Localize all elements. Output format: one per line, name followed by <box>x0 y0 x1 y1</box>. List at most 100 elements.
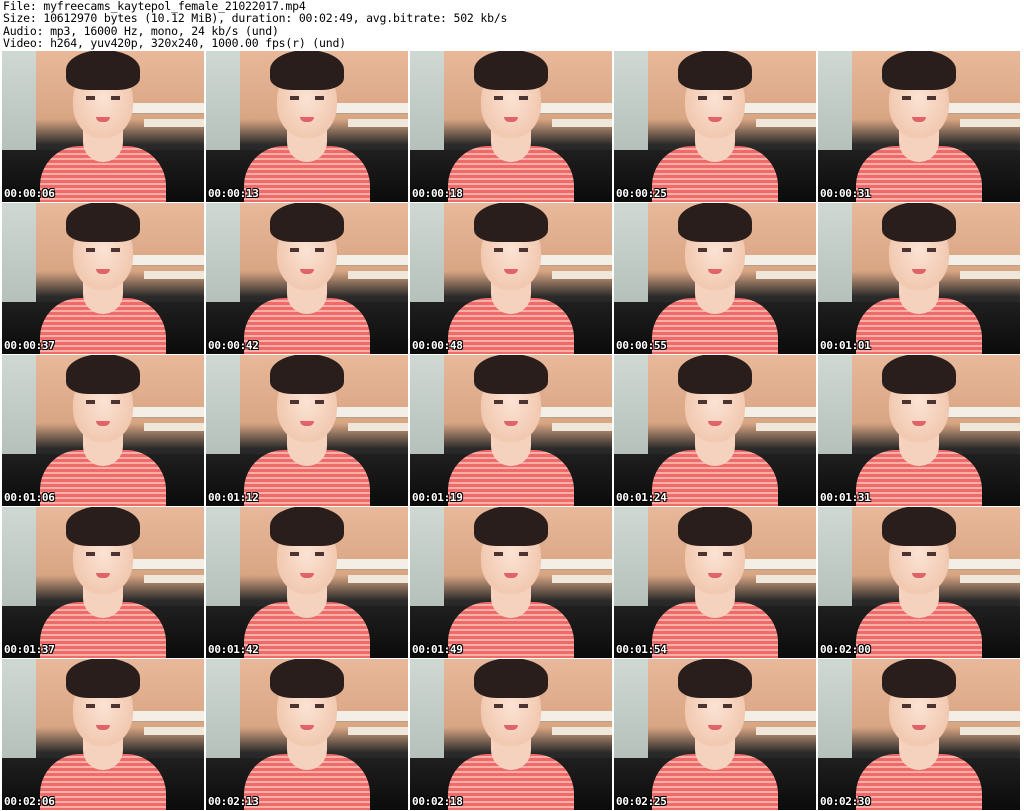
person-figure <box>844 51 994 202</box>
eyes <box>494 400 528 404</box>
video-thumbnail: 00:00:42 <box>206 203 408 354</box>
eyes <box>902 96 936 100</box>
eyes <box>290 248 324 252</box>
person-figure <box>844 507 994 658</box>
video-thumbnail: 00:02:00 <box>818 507 1020 658</box>
video-thumbnail: 00:00:37 <box>2 203 204 354</box>
hair <box>66 507 140 546</box>
person-figure <box>844 203 994 354</box>
person-figure <box>28 507 178 658</box>
hair <box>474 51 548 90</box>
thumbnail-timestamp: 00:01:54 <box>616 643 667 656</box>
person-figure <box>232 355 382 506</box>
thumbnail-timestamp: 00:01:37 <box>4 643 55 656</box>
hair <box>882 203 956 242</box>
hair <box>270 203 344 242</box>
hair <box>474 659 548 698</box>
eyes <box>698 96 732 100</box>
eyes <box>494 704 528 708</box>
person-figure <box>28 203 178 354</box>
video-thumbnail: 00:01:49 <box>410 507 612 658</box>
thumbnail-timestamp: 00:01:42 <box>208 643 259 656</box>
thumbnail-timestamp: 00:00:13 <box>208 187 259 200</box>
eyes <box>902 704 936 708</box>
thumbnail-timestamp: 00:02:18 <box>412 795 463 808</box>
hair <box>678 507 752 546</box>
video-thumbnail: 00:01:01 <box>818 203 1020 354</box>
video-thumbnail: 00:02:06 <box>2 659 204 810</box>
thumbnail-timestamp: 00:00:25 <box>616 187 667 200</box>
eyes <box>86 96 120 100</box>
eyes <box>698 552 732 556</box>
video-thumbnail: 00:02:25 <box>614 659 816 810</box>
hair <box>882 659 956 698</box>
thumbnail-timestamp: 00:01:49 <box>412 643 463 656</box>
person-figure <box>232 203 382 354</box>
person-figure <box>232 659 382 810</box>
eyes <box>290 96 324 100</box>
person-figure <box>640 355 790 506</box>
thumbnail-timestamp: 00:01:31 <box>820 491 871 504</box>
hair <box>678 51 752 90</box>
thumbnail-timestamp: 00:01:06 <box>4 491 55 504</box>
person-figure <box>28 659 178 810</box>
eyes <box>86 248 120 252</box>
eyes <box>698 704 732 708</box>
thumbnail-timestamp: 00:02:25 <box>616 795 667 808</box>
hair <box>66 659 140 698</box>
person-figure <box>844 659 994 810</box>
video-thumbnail: 00:00:13 <box>206 51 408 202</box>
hair <box>678 203 752 242</box>
hair <box>66 203 140 242</box>
thumbnail-timestamp: 00:01:01 <box>820 339 871 352</box>
eyes <box>698 400 732 404</box>
video-thumbnail: 00:01:19 <box>410 355 612 506</box>
person-figure <box>640 507 790 658</box>
video-thumbnail: 00:01:54 <box>614 507 816 658</box>
eyes <box>902 248 936 252</box>
thumbnail-timestamp: 00:00:31 <box>820 187 871 200</box>
thumbnail-timestamp: 00:02:13 <box>208 795 259 808</box>
person-figure <box>436 507 586 658</box>
video-thumbnail: 00:00:31 <box>818 51 1020 202</box>
thumbnail-timestamp: 00:00:18 <box>412 187 463 200</box>
person-figure <box>436 659 586 810</box>
eyes <box>902 552 936 556</box>
file-info-header: File: myfreecams_kaytepol_female_2102201… <box>3 0 1021 50</box>
thumbnail-timestamp: 00:00:37 <box>4 339 55 352</box>
video-thumbnail: 00:00:55 <box>614 203 816 354</box>
eyes <box>290 400 324 404</box>
hair <box>270 659 344 698</box>
thumbnail-timestamp: 00:00:06 <box>4 187 55 200</box>
person-figure <box>28 51 178 202</box>
video-info-line: Video: h264, yuv420p, 320x240, 1000.00 f… <box>3 36 346 51</box>
person-figure <box>232 507 382 658</box>
eyes <box>86 704 120 708</box>
eyes <box>494 552 528 556</box>
hair <box>678 659 752 698</box>
hair <box>882 507 956 546</box>
video-thumbnail: 00:02:30 <box>818 659 1020 810</box>
video-thumbnail: 00:01:24 <box>614 355 816 506</box>
person-figure <box>28 355 178 506</box>
video-thumbnail: 00:02:13 <box>206 659 408 810</box>
hair <box>270 507 344 546</box>
eyes <box>86 552 120 556</box>
hair <box>66 355 140 394</box>
thumbnail-timestamp: 00:00:42 <box>208 339 259 352</box>
video-thumbnail: 00:01:12 <box>206 355 408 506</box>
hair <box>270 51 344 90</box>
video-thumbnail: 00:00:06 <box>2 51 204 202</box>
person-figure <box>436 355 586 506</box>
person-figure <box>232 51 382 202</box>
thumbnail-timestamp: 00:02:30 <box>820 795 871 808</box>
eyes <box>86 400 120 404</box>
thumbnail-timestamp: 00:01:24 <box>616 491 667 504</box>
video-thumbnail: 00:01:37 <box>2 507 204 658</box>
eyes <box>290 704 324 708</box>
thumbnail-timestamp: 00:02:00 <box>820 643 871 656</box>
person-figure <box>640 203 790 354</box>
hair <box>474 507 548 546</box>
video-thumbnail: 00:02:18 <box>410 659 612 810</box>
hair <box>270 355 344 394</box>
